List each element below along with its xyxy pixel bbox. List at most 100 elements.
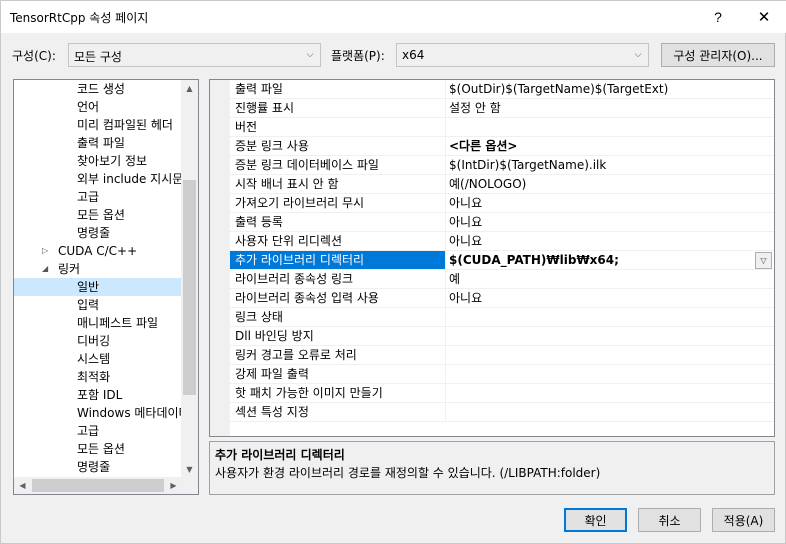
property-value[interactable]: 아니요 <box>446 213 774 232</box>
property-name: 버전 <box>230 118 446 137</box>
grid-row[interactable]: 라이브러리 종속성 링크 예 <box>230 270 774 289</box>
grid-row[interactable]: 버전 <box>230 118 774 137</box>
cancel-button[interactable]: 취소 <box>638 508 701 532</box>
window-title: TensorRtCpp 속성 페이지 <box>10 11 149 25</box>
help-button[interactable]: ? <box>695 1 741 33</box>
category-tree[interactable]: 코드 생성 언어 미리 컴파일된 헤더 출력 파일 찾아보기 정보 외부 inc… <box>13 79 199 495</box>
grid-row[interactable]: Dll 바인딩 방지 <box>230 327 774 346</box>
tree-item-browse-information[interactable]: 찾아보기 정보 <box>14 152 182 170</box>
property-value[interactable]: $(OutDir)$(TargetName)$(TargetExt) <box>446 80 774 99</box>
config-manager-button[interactable]: 구성 관리자(O)... <box>661 43 775 67</box>
tree-horizontal-scrollbar[interactable]: ◀ ▶ <box>14 477 182 494</box>
tree-items: 코드 생성 언어 미리 컴파일된 헤더 출력 파일 찾아보기 정보 외부 inc… <box>14 80 182 478</box>
ok-button[interactable]: 확인 <box>564 508 627 532</box>
grid-row[interactable]: 섹션 특성 지정 <box>230 403 774 422</box>
property-value[interactable]: 설정 안 함 <box>446 99 774 118</box>
property-name: 추가 라이브러리 디렉터리 <box>230 251 446 270</box>
property-value[interactable]: $(IntDir)$(TargetName).ilk <box>446 156 774 175</box>
property-name: 라이브러리 종속성 링크 <box>230 270 446 289</box>
config-select[interactable]: 모든 구성 ⌵ <box>68 43 321 67</box>
description-title: 추가 라이브러리 디렉터리 <box>215 448 345 462</box>
grid-row[interactable]: 강제 파일 출력 <box>230 365 774 384</box>
grid-row[interactable]: 라이브러리 종속성 입력 사용 아니요 <box>230 289 774 308</box>
description-panel: 추가 라이브러리 디렉터리 사용자가 환경 라이브러리 경로를 재정의할 수 있… <box>209 441 775 495</box>
tree-item-debugging[interactable]: 디버깅 <box>14 332 182 350</box>
close-button[interactable]: ✕ <box>741 1 786 33</box>
property-value[interactable] <box>446 308 774 327</box>
property-value[interactable]: 아니요 <box>446 232 774 251</box>
grid-row[interactable]: 증분 링크 데이터베이스 파일 $(IntDir)$(TargetName).i… <box>230 156 774 175</box>
property-pages-dialog: TensorRtCpp 속성 페이지 ? ✕ 구성(C): 모든 구성 ⌵ 플랫… <box>0 0 786 544</box>
chevron-down-icon: ⌵ <box>634 50 642 60</box>
property-grid[interactable]: 출력 파일 $(OutDir)$(TargetName)$(TargetExt)… <box>209 79 775 437</box>
scroll-up-icon[interactable]: ▲ <box>181 80 198 97</box>
grid-row[interactable]: 출력 등록 아니요 <box>230 213 774 232</box>
grid-row[interactable]: 시작 배너 표시 안 함 예(/NOLOGO) <box>230 175 774 194</box>
tree-item-linker[interactable]: 링커 <box>14 260 182 278</box>
property-value[interactable] <box>446 118 774 137</box>
grid-row[interactable]: 출력 파일 $(OutDir)$(TargetName)$(TargetExt) <box>230 80 774 99</box>
property-value[interactable]: $(CUDA_PATH)₩lib₩x64; <box>446 251 774 270</box>
property-value[interactable]: <다른 옵션> <box>446 137 774 156</box>
scroll-thumb-horizontal[interactable] <box>32 479 164 492</box>
property-value[interactable] <box>446 384 774 403</box>
grid-row[interactable]: 핫 패치 가능한 이미지 만들기 <box>230 384 774 403</box>
config-label: 구성(C): <box>12 49 56 63</box>
property-name: 링크 상태 <box>230 308 446 327</box>
property-name: 사용자 단위 리디렉션 <box>230 232 446 251</box>
scroll-thumb[interactable] <box>183 180 196 395</box>
grid-row[interactable]: 사용자 단위 리디렉션 아니요 <box>230 232 774 251</box>
property-value[interactable]: 아니요 <box>446 289 774 308</box>
grid-row[interactable]: 진행률 표시 설정 안 함 <box>230 99 774 118</box>
property-value[interactable] <box>446 365 774 384</box>
tree-item-manifest-file[interactable]: 매니페스트 파일 <box>14 314 182 332</box>
scroll-left-icon[interactable]: ◀ <box>14 477 31 494</box>
tree-item-general[interactable]: 일반 <box>14 278 182 296</box>
chevron-down-icon: ⌵ <box>306 50 314 60</box>
property-value[interactable] <box>446 327 774 346</box>
tree-item-external-includes[interactable]: 외부 include 지시문 <box>14 170 182 188</box>
scroll-right-icon[interactable]: ▶ <box>165 477 182 494</box>
grid-row-selected[interactable]: 추가 라이브러리 디렉터리 $(CUDA_PATH)₩lib₩x64; ▽ <box>230 251 774 270</box>
property-name: 라이브러리 종속성 입력 사용 <box>230 289 446 308</box>
tree-item-code-generation[interactable]: 코드 생성 <box>14 80 182 98</box>
apply-button[interactable]: 적용(A) <box>712 508 775 532</box>
config-select-value: 모든 구성 <box>74 50 122 64</box>
tree-item-embedded-idl[interactable]: 포함 IDL <box>14 386 182 404</box>
tree-item-linker-command-line[interactable]: 명령줄 <box>14 458 182 476</box>
tree-item-language[interactable]: 언어 <box>14 98 182 116</box>
property-name: 증분 링크 데이터베이스 파일 <box>230 156 446 175</box>
tree-item-linker-all-options[interactable]: 모든 옵션 <box>14 440 182 458</box>
property-name: 핫 패치 가능한 이미지 만들기 <box>230 384 446 403</box>
scroll-down-icon[interactable]: ▼ <box>181 461 198 478</box>
tree-item-precompiled-header[interactable]: 미리 컴파일된 헤더 <box>14 116 182 134</box>
property-name: 출력 등록 <box>230 213 446 232</box>
property-name: 증분 링크 사용 <box>230 137 446 156</box>
tree-item-input[interactable]: 입력 <box>14 296 182 314</box>
property-value[interactable]: 아니요 <box>446 194 774 213</box>
property-value[interactable] <box>446 346 774 365</box>
tree-vertical-scrollbar[interactable]: ▲ ▼ <box>181 80 198 478</box>
tree-item-all-options[interactable]: 모든 옵션 <box>14 206 182 224</box>
grid-row[interactable]: 링커 경고를 오류로 처리 <box>230 346 774 365</box>
property-value[interactable]: 예(/NOLOGO) <box>446 175 774 194</box>
property-name: 섹션 특성 지정 <box>230 403 446 422</box>
tree-item-system[interactable]: 시스템 <box>14 350 182 368</box>
tree-item-cuda[interactable]: CUDA C/C++ <box>14 242 182 260</box>
description-text: 사용자가 환경 라이브러리 경로를 재정의할 수 있습니다. (/LIBPATH… <box>215 466 601 480</box>
tree-item-linker-advanced[interactable]: 고급 <box>14 422 182 440</box>
property-value[interactable] <box>446 403 774 422</box>
tree-item-advanced[interactable]: 고급 <box>14 188 182 206</box>
grid-row[interactable]: 링크 상태 <box>230 308 774 327</box>
platform-select[interactable]: x64 ⌵ <box>396 43 649 67</box>
tree-item-command-line[interactable]: 명령줄 <box>14 224 182 242</box>
property-name: 가져오기 라이브러리 무시 <box>230 194 446 213</box>
grid-row[interactable]: 증분 링크 사용 <다른 옵션> <box>230 137 774 156</box>
grid-row[interactable]: 가져오기 라이브러리 무시 아니요 <box>230 194 774 213</box>
chevron-down-icon[interactable]: ▽ <box>755 252 772 269</box>
property-value[interactable]: 예 <box>446 270 774 289</box>
tree-item-optimization[interactable]: 최적화 <box>14 368 182 386</box>
property-name: 링커 경고를 오류로 처리 <box>230 346 446 365</box>
tree-item-windows-metadata[interactable]: Windows 메타데이터 <box>14 404 182 422</box>
tree-item-output-files[interactable]: 출력 파일 <box>14 134 182 152</box>
